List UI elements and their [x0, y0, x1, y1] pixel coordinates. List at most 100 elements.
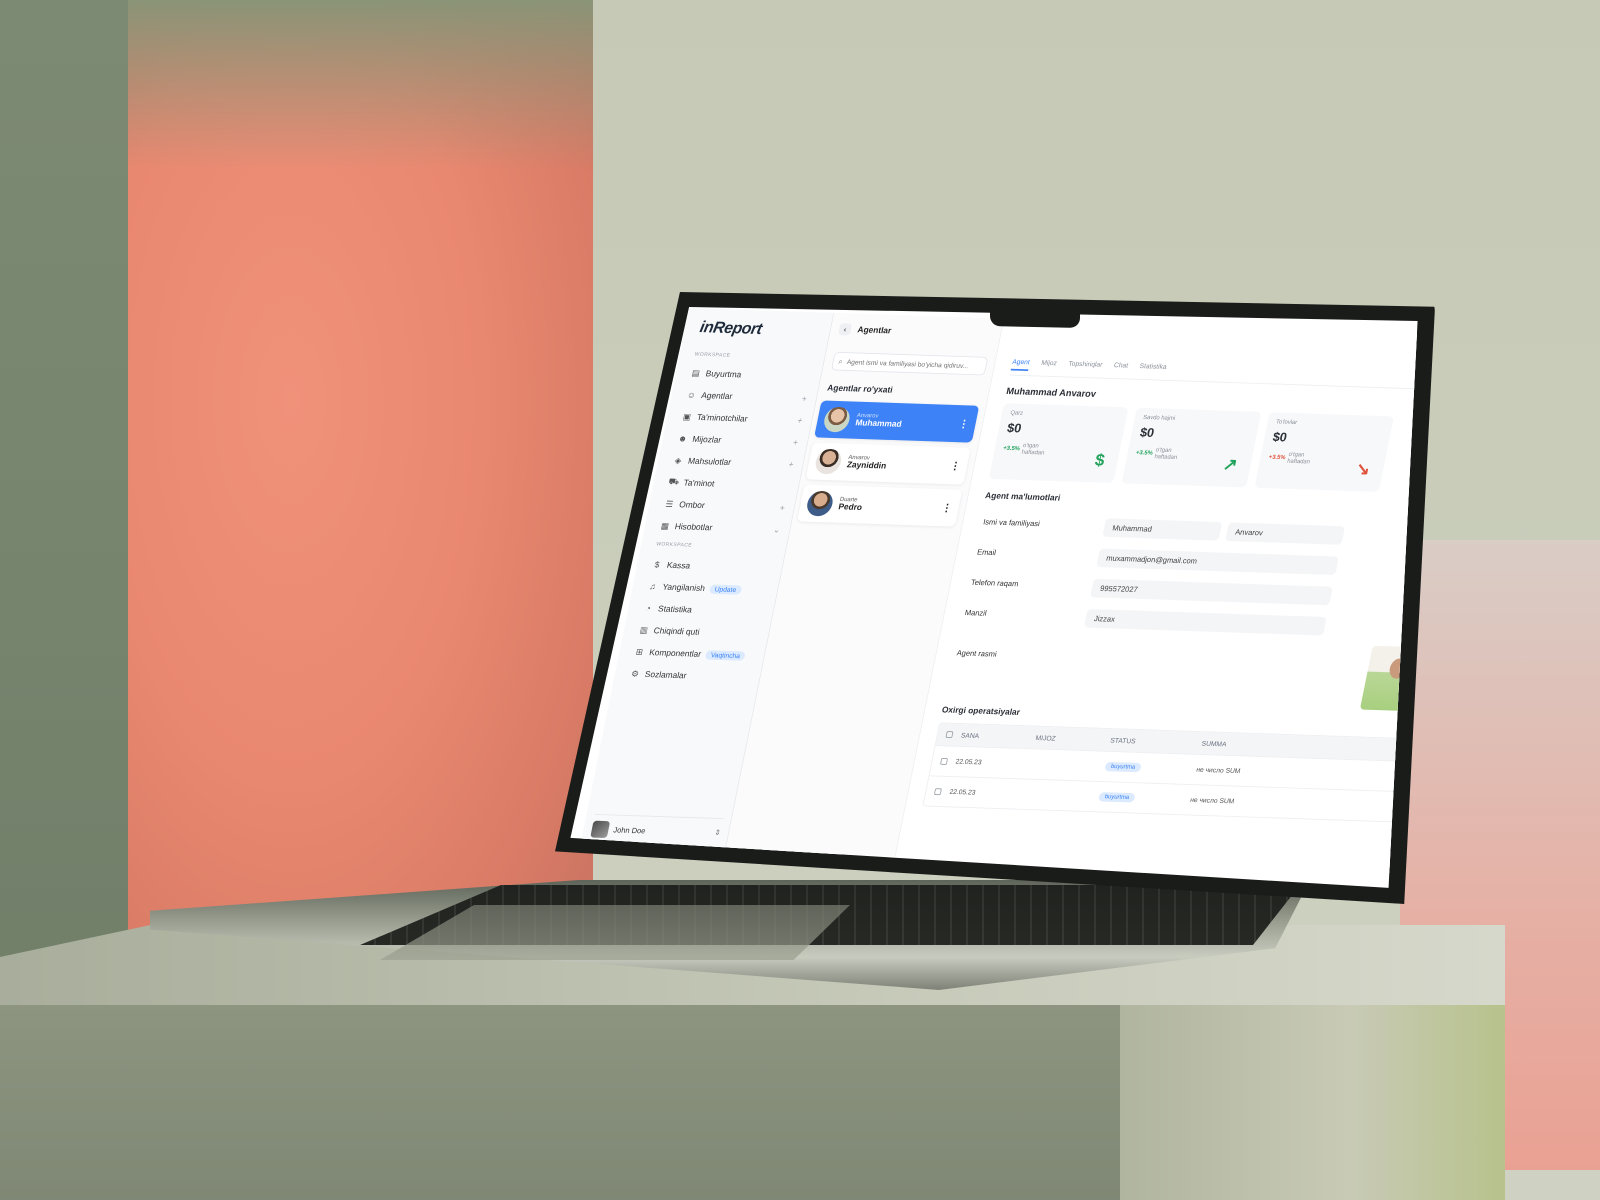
sidebar-item-taminot[interactable]: ⛟ Ta'minot: [667, 473, 791, 496]
agent-name: Muhammad: [854, 418, 903, 430]
clipboard-icon: ▤: [690, 368, 701, 379]
avatar: [590, 820, 611, 838]
last-name-field[interactable]: Anvarov: [1225, 522, 1346, 545]
status-badge: buyurtma: [1104, 761, 1142, 773]
update-badge: Update: [708, 584, 743, 595]
agent-search: ⌕: [830, 351, 989, 376]
sidebar-item-label: Komponentlar: [648, 647, 702, 659]
sidebar-section-label: WORKSPACE: [694, 352, 731, 359]
recent-operations-title: Oxirgi operatsiyalar: [940, 705, 1021, 718]
users-icon: ☺: [686, 390, 697, 400]
photo-label: Agent rasmi: [955, 648, 998, 659]
sidebar-item-mijozlar[interactable]: ☻ Mijozlar +: [676, 429, 800, 452]
agent-name: Zayniddin: [845, 460, 887, 472]
stat-percent: +3.5%: [1135, 450, 1154, 457]
agent-avatar: [804, 490, 835, 517]
row-sum: не число SUM: [1195, 765, 1242, 775]
sidebar-item-sozlamalar[interactable]: ⚙ Sozlamalar: [628, 665, 752, 688]
sidebar-item-chiqindi-quti[interactable]: ▥ Chiqindi quti: [637, 621, 761, 644]
pie-chart-icon: ◔: [644, 603, 652, 614]
trend-down-icon: ↘: [1354, 459, 1372, 479]
grid-icon: ⊞: [634, 647, 644, 657]
operations-table: SANA MIJOZ STATUS SUMMA 22.05.23 buyurtm…: [922, 722, 1418, 824]
database-icon: ☰: [664, 499, 674, 510]
plus-icon[interactable]: +: [792, 438, 799, 447]
plus-icon[interactable]: +: [801, 394, 808, 403]
sidebar-item-ombor[interactable]: ☰ Ombor +: [662, 495, 786, 518]
user-menu[interactable]: John Doe ⇕: [589, 813, 724, 844]
sidebar-item-mahsulotlar[interactable]: ◈ Mahsulotlar +: [671, 451, 795, 474]
stat-note: o'tgan haftadan: [1021, 442, 1045, 456]
sidebar-item-kassa[interactable]: $ Kassa: [650, 555, 774, 578]
temporary-badge: Vaqtincha: [705, 649, 746, 661]
select-all-checkbox[interactable]: [945, 731, 954, 739]
sidebar-item-hisobotlar[interactable]: ▦ Hisobotlar ⌄: [658, 517, 782, 540]
address-field[interactable]: Jizzax: [1083, 609, 1327, 636]
stat-card-qarz: Qarz $0 +3.5% o'tgan haftadan $: [988, 403, 1129, 483]
column-header-mijoz: MIJOZ: [1035, 733, 1057, 742]
agent-name: Pedro: [837, 502, 863, 513]
more-vertical-icon[interactable]: ⋮: [941, 502, 953, 514]
trend-up-icon: ↗: [1221, 455, 1240, 475]
user-plus-icon: ☻: [677, 434, 688, 444]
email-field[interactable]: muxammadjon@gmail.com: [1096, 548, 1339, 576]
truck-icon: ⛟: [667, 476, 681, 487]
search-input[interactable]: [846, 357, 981, 370]
address-label: Manzil: [964, 608, 988, 618]
agent-full-name: Muhammad Anvarov: [1005, 386, 1097, 400]
sidebar-item-statistika[interactable]: ◔ Statistika: [641, 599, 765, 622]
agent-avatar: [821, 406, 852, 433]
sidebar-item-label: Chiqindi quti: [652, 626, 701, 637]
pedestal-front: [0, 1005, 1120, 1200]
tab-agent[interactable]: Agent: [1010, 357, 1031, 372]
back-arrow-icon[interactable]: ‹: [838, 323, 853, 336]
sidebar-item-label: Buyurtma: [704, 369, 743, 380]
more-vertical-icon[interactable]: ⋮: [958, 418, 970, 430]
tab-chat[interactable]: Chat: [1112, 361, 1129, 374]
detail-tabs: Agent Mijoz Topshiriqlar Chat Statistika: [1009, 357, 1418, 393]
sidebar-item-komponentlar[interactable]: ⊞ Komponentlar Vaqtincha: [633, 643, 757, 666]
app-window: inReport WORKSPACE ▤ Buyurtma ☺ Agentlar…: [580, 308, 1418, 875]
sidebar-item-label: Mahsulotlar: [687, 456, 732, 468]
sidebar-item-buyurtma[interactable]: ▤ Buyurtma: [689, 364, 813, 387]
stat-note: o'tgan haftadan: [1286, 451, 1311, 465]
tab-topshiriqlar[interactable]: Topshiriqlar: [1067, 360, 1103, 374]
agent-card-pedro[interactable]: Duarte Pedro ⋮: [797, 484, 963, 527]
laptop-screen: inReport WORKSPACE ▤ Buyurtma ☺ Agentlar…: [570, 306, 1418, 888]
sidebar-item-agentlar[interactable]: ☺ Agentlar +: [685, 386, 809, 409]
plus-icon[interactable]: +: [779, 504, 786, 513]
stat-label: Savdo hajmi: [1142, 414, 1176, 422]
sidebar-section-label: WORKSPACE: [655, 542, 693, 549]
sidebar-item-taminotchilar[interactable]: ▣ Ta'minotchilar +: [680, 408, 804, 431]
stat-value: $0: [1138, 425, 1156, 441]
plus-icon[interactable]: +: [788, 460, 795, 469]
phone-label: Telefon raqam: [970, 578, 1020, 589]
agent-info-title: Agent ma'lumotlari: [984, 491, 1061, 504]
tab-mijoz[interactable]: Mijoz: [1040, 359, 1058, 372]
chevron-down-icon[interactable]: ⌄: [772, 525, 781, 534]
agent-surname: Anvarov: [847, 454, 871, 461]
more-vertical-icon[interactable]: ⋮: [949, 460, 961, 472]
tab-statistika[interactable]: Statistika: [1138, 362, 1167, 376]
chevron-updown-icon: ⇕: [713, 828, 722, 837]
pedestal-side: [1120, 1005, 1505, 1200]
email-label: Email: [976, 547, 997, 557]
phone-field[interactable]: 995572027: [1090, 578, 1333, 606]
name-label: Ismi va familiyasi: [982, 517, 1041, 528]
row-checkbox[interactable]: [940, 757, 949, 765]
plus-icon[interactable]: +: [797, 416, 804, 425]
row-client: [1030, 764, 1105, 767]
first-name-field[interactable]: Muhammad: [1102, 518, 1223, 541]
gear-icon: ⚙: [630, 669, 640, 679]
dollar-icon: $: [653, 560, 661, 570]
agent-card-muhammad[interactable]: Anvarov Muhammad ⋮: [814, 400, 980, 443]
row-checkbox[interactable]: [933, 787, 942, 795]
sidebar-item-label: Ta'minotchilar: [696, 412, 749, 424]
status-badge: buyurtma: [1098, 792, 1136, 803]
supplier-icon: ▣: [682, 412, 692, 422]
row-date: 22.05.23: [954, 757, 983, 767]
agent-card-zayniddin[interactable]: Anvarov Zayniddin ⋮: [805, 442, 971, 485]
row-client: [1024, 794, 1099, 797]
sidebar-item-yangilanish[interactable]: ♫ Yangilanish Update: [646, 577, 770, 600]
stat-card-savdo-hajmi: Savdo hajmi $0 +3.5% o'tgan haftadan ↗: [1121, 407, 1262, 488]
